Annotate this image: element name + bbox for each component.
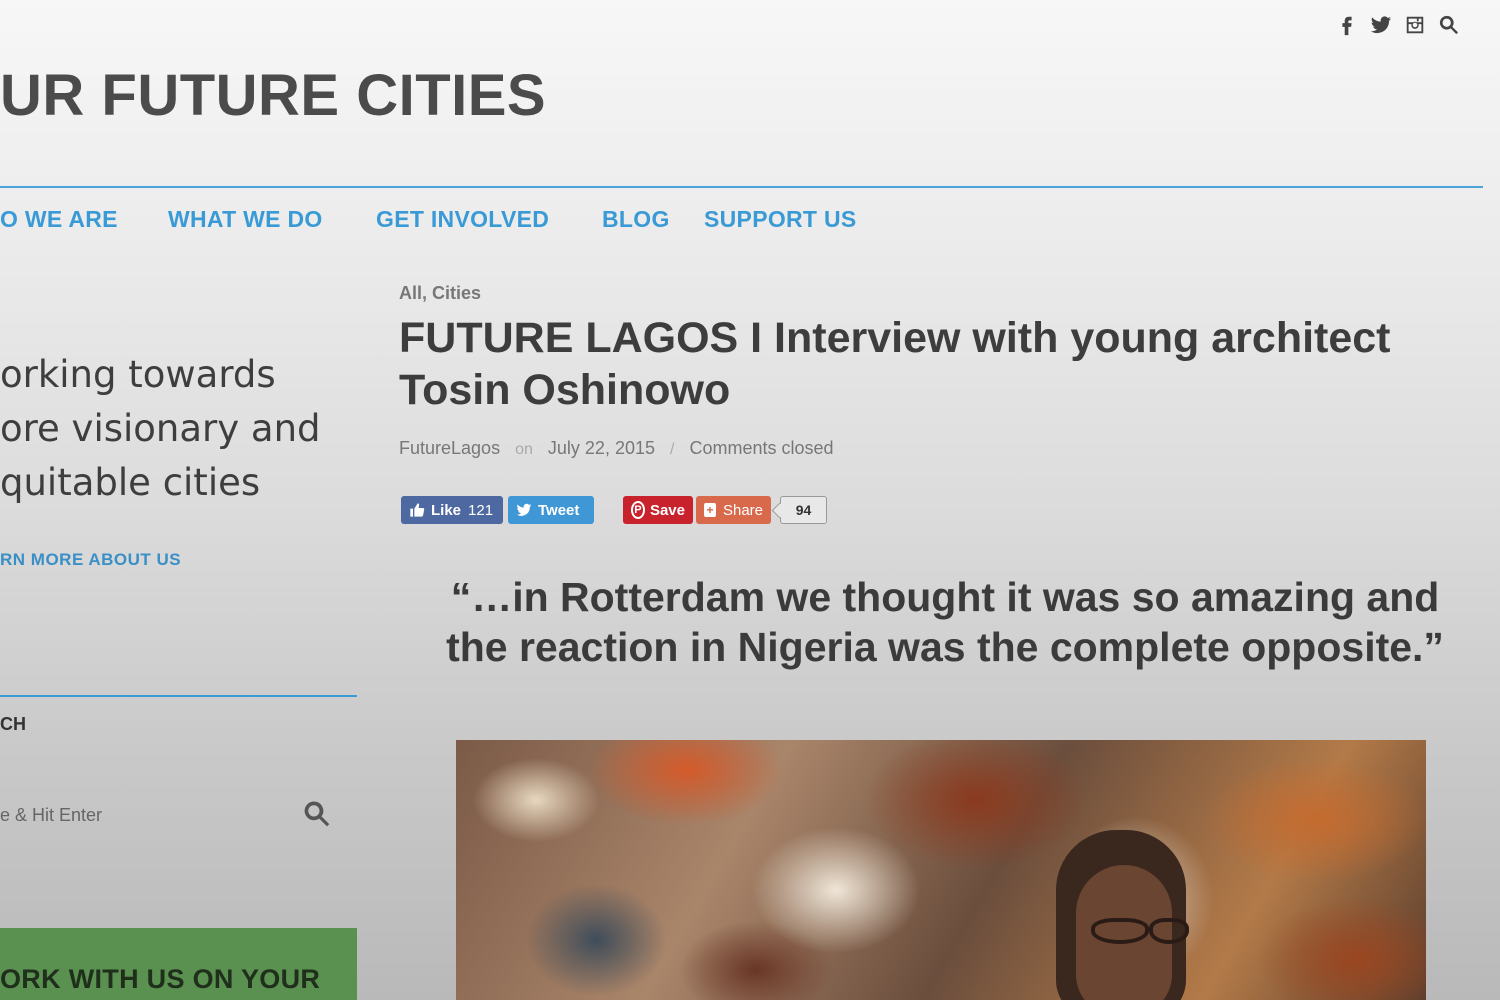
plus-icon: + (704, 503, 716, 517)
like-count: 121 (468, 501, 494, 519)
save-label: Save (649, 501, 685, 519)
tweet-button[interactable]: Tweet (508, 496, 594, 524)
thumbs-up-icon (410, 503, 425, 517)
facebook-icon[interactable] (1336, 12, 1358, 38)
post-meta: FutureLagos on July 22, 2015 / Comments … (399, 438, 834, 459)
facebook-like-button[interactable]: Like 121 (401, 496, 503, 524)
search-icon[interactable] (302, 799, 334, 831)
post-date: July 22, 2015 (547, 438, 655, 458)
share-label: Share (722, 501, 763, 519)
tagline-line: orking towards (0, 353, 276, 396)
site-title[interactable]: UR FUTURE CITIES (0, 62, 546, 129)
post-title: FUTURE LAGOS I Interview with young arch… (399, 314, 1391, 414)
twitter-icon[interactable] (1370, 12, 1392, 38)
share-button[interactable]: + Share (696, 496, 771, 524)
search-icon[interactable] (1438, 12, 1460, 38)
nav-item-who-we-are[interactable]: O WE ARE (0, 206, 118, 233)
share-count: 94 (780, 496, 827, 524)
learn-more-link[interactable]: RN MORE ABOUT US (0, 550, 181, 570)
nav-item-support-us[interactable]: SUPPORT US (704, 206, 857, 233)
meta-divider: / (670, 441, 675, 458)
nav-item-get-involved[interactable]: GET INVOLVED (376, 206, 549, 233)
post-categories: All, Cities (399, 283, 481, 304)
meta-on: on (515, 441, 533, 458)
cta-text: ORK WITH US ON YOUR (0, 964, 321, 994)
category-separator: , (422, 283, 428, 303)
category-link[interactable]: Cities (432, 283, 481, 303)
post-comments: Comments closed (689, 438, 834, 458)
cta-banner[interactable]: ORK WITH US ON YOUR (0, 928, 357, 1000)
nav-item-what-we-do[interactable]: WHAT WE DO (168, 206, 323, 233)
pull-quote: “…in Rotterdam we thought it was so amaz… (446, 574, 1444, 670)
nav-item-blog[interactable]: BLOG (602, 206, 670, 233)
sidebar-tagline: orking towards ore visionary and quitabl… (0, 348, 350, 510)
post-author[interactable]: FutureLagos (399, 438, 500, 458)
search-input[interactable] (0, 804, 290, 826)
tagline-line: ore visionary and (0, 407, 321, 450)
portrait-glasses (1041, 918, 1189, 944)
sidebar-divider (0, 695, 357, 697)
like-label: Like (431, 501, 462, 519)
tweet-label: Tweet (538, 501, 580, 519)
sidebar-search (0, 795, 345, 835)
instagram-icon[interactable] (1404, 12, 1426, 38)
article-hero-image (456, 740, 1426, 1000)
category-link[interactable]: All (399, 283, 422, 303)
pinterest-save-button[interactable]: P Save (623, 496, 693, 524)
nav-divider (0, 186, 1483, 188)
twitter-bird-icon (516, 503, 532, 516)
tagline-line: quitable cities (0, 461, 261, 504)
pinterest-icon: P (631, 501, 645, 519)
search-heading: CH (0, 714, 26, 734)
social-links (1336, 12, 1460, 38)
